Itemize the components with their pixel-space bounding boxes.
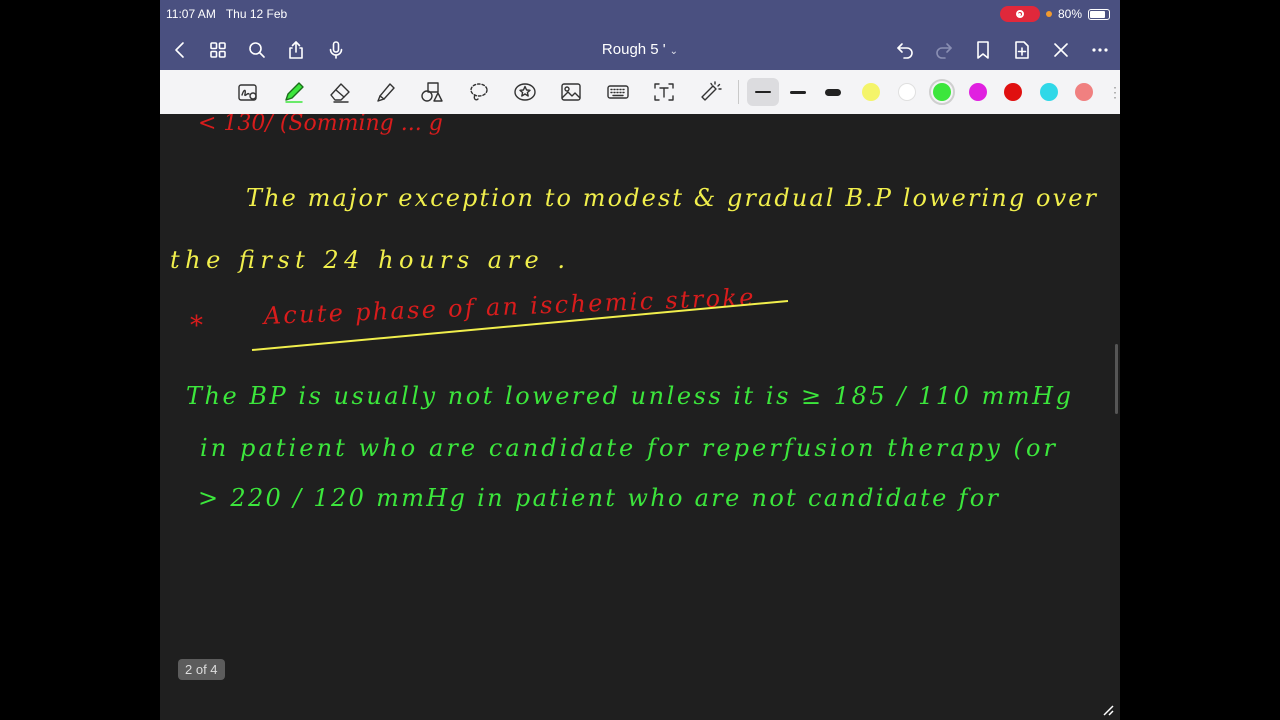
image-icon xyxy=(561,83,581,101)
eraser-tool[interactable] xyxy=(325,78,355,106)
lasso-icon xyxy=(470,83,488,101)
stroke-thin-option[interactable] xyxy=(747,78,779,106)
close-button[interactable] xyxy=(1049,38,1073,62)
color-swatch-white[interactable] xyxy=(898,83,916,101)
record-icon xyxy=(1015,10,1024,18)
ipad-screen: 11:07 AM Thu 12 Feb 80% Rough 5 ' ⌄ ⋮ < … xyxy=(160,0,1120,720)
eraser-icon xyxy=(330,83,350,103)
keyboard-icon xyxy=(607,85,629,99)
handwriting-to-text-icon xyxy=(238,84,257,101)
color-swatch-cyan[interactable] xyxy=(1040,83,1058,101)
nav-bar: Rough 5 ' ⌄ xyxy=(160,30,1120,70)
toolbar-divider xyxy=(738,80,739,104)
medium-line-icon xyxy=(790,90,806,94)
add-page-icon xyxy=(1015,41,1029,59)
note-canvas[interactable]: < 130/ (Somming ... g The major exceptio… xyxy=(160,114,1120,720)
sticker-tool[interactable] xyxy=(510,78,540,106)
drawing-toolbar: ⋮ xyxy=(160,70,1120,115)
bookmark-icon xyxy=(977,41,989,59)
status-right: 80% xyxy=(999,6,1110,22)
color-swatch-yellow[interactable] xyxy=(862,83,880,101)
star-sticker-icon xyxy=(514,83,536,101)
ink-line-yellow-1: The major exception to modest & gradual … xyxy=(246,184,1098,212)
ink-line-green-3: > 220 / 120 mmHg in patient who are not … xyxy=(198,484,1000,512)
add-page-button[interactable] xyxy=(1010,38,1034,62)
undo-button[interactable] xyxy=(893,38,917,62)
stroke-thick-option[interactable] xyxy=(817,78,849,106)
ink-heading-red: Acute phase of an ischemic stroke xyxy=(261,283,754,330)
handwriting-tool[interactable] xyxy=(233,78,263,106)
color-swatch-green[interactable] xyxy=(929,79,955,105)
ink-line-green-1: The BP is usually not lowered unless it … xyxy=(186,382,1071,410)
vertical-scrollbar[interactable] xyxy=(1115,344,1118,414)
battery-icon xyxy=(1088,8,1110,20)
text-box-icon xyxy=(654,83,674,101)
shapes-icon xyxy=(421,82,443,102)
highlighter-tool[interactable] xyxy=(371,78,401,106)
laser-pointer-tool[interactable] xyxy=(695,78,725,106)
stroke-medium-option[interactable] xyxy=(782,78,814,106)
color-swatch-magenta[interactable] xyxy=(969,83,987,101)
thick-line-icon xyxy=(825,88,841,96)
close-icon xyxy=(1054,43,1068,57)
redo-button[interactable] xyxy=(932,38,956,62)
pen-tool[interactable] xyxy=(279,78,309,106)
mic-in-use-dot xyxy=(1045,11,1052,17)
document-title-text: Rough 5 ' xyxy=(601,41,666,58)
keyboard-tool[interactable] xyxy=(603,78,633,106)
more-colors-indicator[interactable]: ⋮ xyxy=(1108,84,1120,101)
page-indicator: 2 of 4 xyxy=(178,659,225,680)
bookmark-button[interactable] xyxy=(971,38,995,62)
more-icon xyxy=(1092,48,1108,52)
pen-icon xyxy=(285,82,304,103)
ink-line-green-2: in patient who are candidate for reperfu… xyxy=(200,434,1057,462)
ink-line-yellow-2: the first 24 hours are . xyxy=(170,246,565,274)
status-date: Thu 12 Feb xyxy=(225,7,288,21)
screen-recording-indicator[interactable] xyxy=(999,6,1040,22)
shapes-tool[interactable] xyxy=(417,78,447,106)
status-left: 11:07 AM Thu 12 Feb xyxy=(166,7,287,21)
text-tool[interactable] xyxy=(649,78,679,106)
ink-line-red-top: < 130/ (Somming ... g xyxy=(198,114,443,136)
laser-pointer-icon xyxy=(701,81,722,101)
more-button[interactable] xyxy=(1088,38,1112,62)
undo-icon xyxy=(897,43,913,59)
thin-line-icon xyxy=(755,91,771,93)
redo-icon xyxy=(936,43,952,59)
image-tool[interactable] xyxy=(556,78,586,106)
status-time: 11:07 AM xyxy=(166,7,216,21)
ink-star-bullet: * xyxy=(190,311,203,341)
color-swatch-pink[interactable] xyxy=(1075,83,1093,101)
status-bar: 11:07 AM Thu 12 Feb 80% xyxy=(160,0,1120,30)
battery-percent: 80% xyxy=(1057,7,1082,21)
color-swatch-red[interactable] xyxy=(1004,83,1022,101)
handwriting-layer: < 130/ (Somming ... g The major exceptio… xyxy=(170,114,1098,512)
lasso-tool[interactable] xyxy=(464,78,494,106)
resize-handle-icon[interactable] xyxy=(1102,704,1114,716)
chevron-down-icon: ⌄ xyxy=(669,46,679,57)
highlighter-icon xyxy=(377,83,395,102)
